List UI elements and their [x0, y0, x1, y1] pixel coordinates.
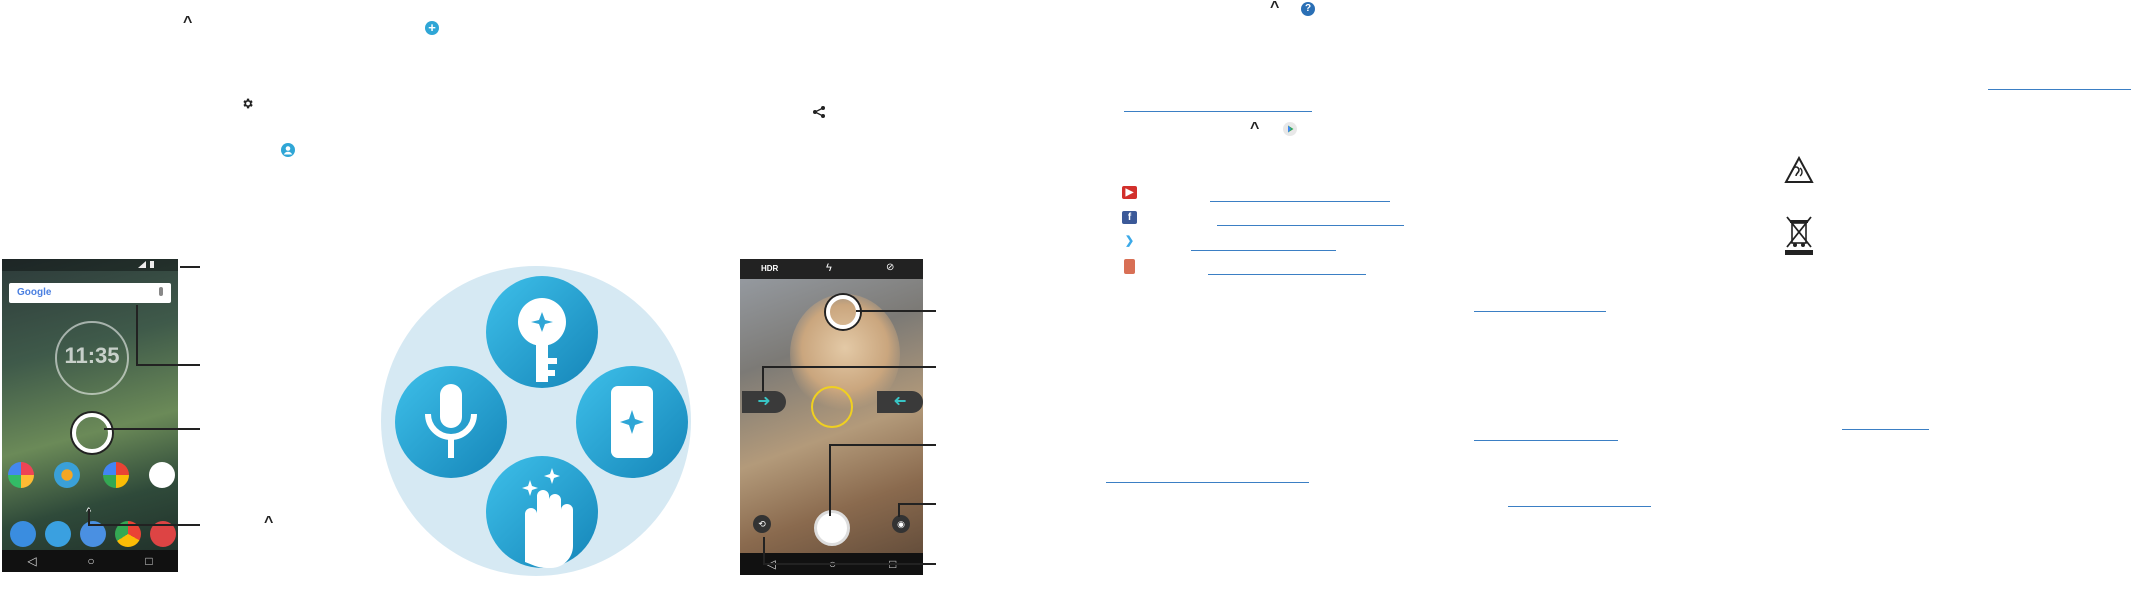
link-underline[interactable] — [1474, 311, 1606, 312]
callout-line — [88, 524, 200, 526]
chevron-up-icon: ^ — [1270, 0, 1280, 16]
callout-line — [898, 503, 900, 517]
google-photos-icon[interactable] — [103, 462, 129, 488]
flash-icon[interactable]: ϟ — [826, 262, 832, 274]
play-store-app-icon[interactable] — [149, 462, 175, 488]
focus-frame[interactable] — [811, 386, 853, 428]
callout-line — [763, 537, 765, 563]
facebook-link[interactable] — [1217, 225, 1404, 226]
twitter-link[interactable] — [1191, 250, 1336, 251]
chevron-up-icon: ^ — [183, 14, 193, 31]
callout-line — [829, 444, 831, 516]
gear-icon — [241, 97, 254, 110]
hearing-warning-icon — [1784, 156, 1814, 183]
callout-line — [762, 366, 936, 368]
switch-camera-icon[interactable]: ⟲ — [753, 515, 771, 533]
link-underline[interactable] — [1124, 111, 1312, 112]
add-circle-icon: + — [425, 21, 439, 35]
callout-line — [763, 563, 936, 565]
help-circle-icon: ? — [1301, 2, 1315, 16]
camera-phone: HDR ϟ ⊘ ➜ ➜ ⟲ ◉ ◁ ○ □ — [740, 259, 923, 575]
facebook-icon: f — [1122, 211, 1137, 224]
account-circle-icon — [281, 143, 295, 157]
share-icon — [812, 105, 826, 119]
callout-line — [762, 366, 764, 392]
recents-icon[interactable]: □ — [145, 554, 152, 568]
google-search-bar[interactable]: Google — [9, 283, 171, 303]
google-logo-text: Google — [17, 287, 52, 298]
callout-line — [829, 444, 936, 446]
callout-line — [898, 503, 936, 505]
youtube-link[interactable] — [1210, 201, 1390, 202]
callout-line — [88, 509, 90, 525]
messages-app-icon[interactable] — [45, 521, 71, 547]
touch-target-ring — [72, 413, 112, 453]
link-underline[interactable] — [1508, 506, 1651, 507]
focus-ring[interactable] — [826, 295, 860, 329]
callout-line — [180, 266, 200, 268]
camera-app-icon[interactable] — [54, 462, 80, 488]
clock-time: 11:35 — [64, 343, 120, 368]
callout-line — [136, 305, 138, 364]
play-store-icon — [1283, 122, 1297, 136]
battery-icon — [150, 261, 154, 268]
callout-line — [104, 428, 200, 430]
google-plus-icon — [1124, 259, 1135, 274]
swipe-right-arrow[interactable]: ➜ — [742, 391, 786, 413]
key-icon — [486, 276, 598, 388]
microphone-icon — [395, 366, 507, 478]
nav-bar: ◁ ○ □ — [2, 550, 178, 572]
photos-app-icon[interactable] — [8, 462, 34, 488]
youtube-icon: ▶ — [1122, 186, 1137, 199]
swipe-left-arrow[interactable]: ➜ — [877, 391, 923, 413]
moto-actions-illustration — [381, 266, 691, 576]
callout-line — [136, 364, 200, 366]
back-icon[interactable]: ◁ — [27, 554, 36, 568]
google-plus-link[interactable] — [1208, 274, 1366, 275]
chevron-up-icon: ^ — [264, 514, 274, 531]
link-underline[interactable] — [1474, 440, 1618, 441]
weee-bin-icon — [1785, 216, 1813, 255]
timer-icon[interactable]: ⊘ — [886, 262, 894, 273]
link-underline[interactable] — [1842, 429, 1929, 430]
link-underline[interactable] — [1988, 89, 2131, 90]
chevron-up-icon: ^ — [1250, 120, 1260, 137]
home-icon[interactable]: ○ — [87, 554, 94, 568]
shutter-button[interactable] — [814, 510, 850, 546]
phone-app-icon[interactable] — [10, 521, 36, 547]
hdr-label[interactable]: HDR — [761, 264, 778, 273]
twitter-icon: ❯ — [1122, 235, 1137, 248]
hand-wave-icon — [486, 456, 598, 568]
capture-mode-icon[interactable]: ◉ — [892, 515, 910, 533]
mic-icon[interactable] — [159, 287, 163, 296]
callout-line — [856, 310, 936, 312]
link-underline[interactable] — [1106, 482, 1309, 483]
phone-sparkle-icon — [576, 366, 688, 478]
